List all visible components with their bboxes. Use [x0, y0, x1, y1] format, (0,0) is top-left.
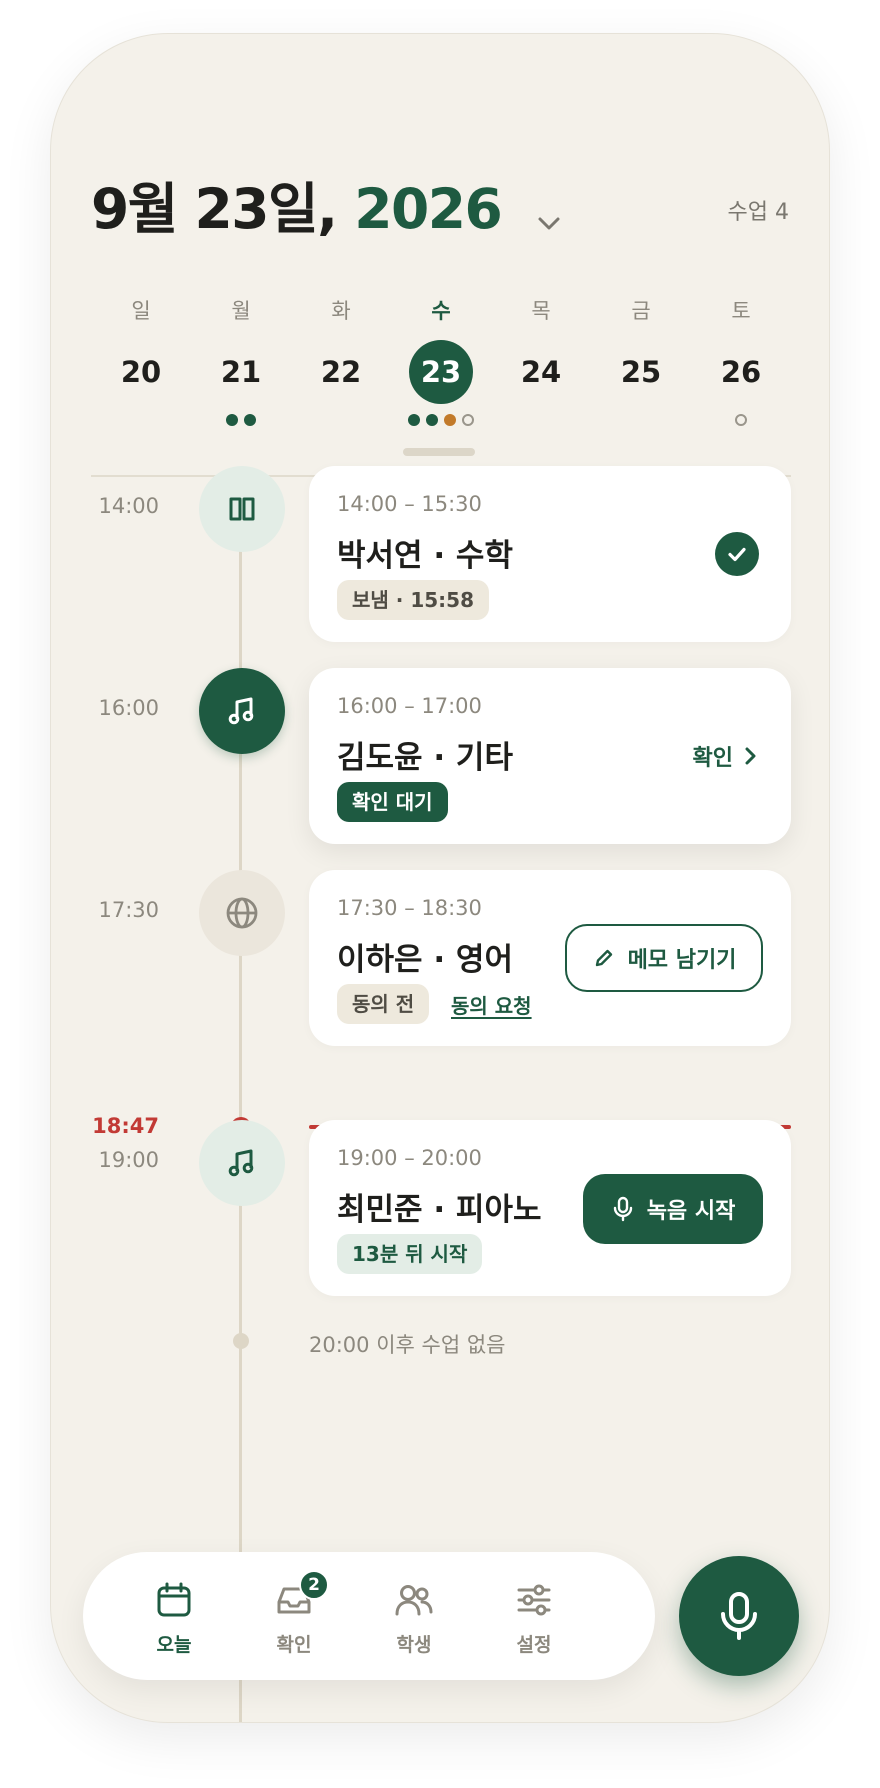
- header: 9월 23일, 2026 수업 4: [91, 164, 789, 244]
- lesson-card[interactable]: 14:00 – 15:30 박서연 · 수학 보냄 · 15:58: [309, 466, 791, 642]
- lesson-dot: [462, 414, 474, 426]
- notification-badge: 2: [299, 1570, 329, 1600]
- lesson-card[interactable]: 19:00 – 20:00 최민준 · 피아노 13분 뒤 시작 녹음 시작: [309, 1120, 791, 1296]
- start-recording-button[interactable]: 녹음 시작: [583, 1174, 763, 1244]
- chevron-down-icon[interactable]: [529, 193, 569, 233]
- day-number: 21: [220, 355, 262, 389]
- leave-memo-button[interactable]: 메모 남기기: [565, 924, 763, 992]
- day-of-week: 금: [631, 299, 651, 323]
- bottom-nav: 오늘 2 확인 학생 설정: [83, 1552, 655, 1680]
- lesson-dot: [226, 414, 238, 426]
- day-of-week: 목: [531, 299, 551, 323]
- current-time-label: 18:47: [92, 1114, 159, 1138]
- week-strip: 일 20 월 21 화 22 수 23 목 24 금 25 토 26: [91, 296, 791, 426]
- day-dots: [691, 414, 791, 430]
- lesson-time-range: 16:00 – 17:00: [337, 694, 482, 718]
- timeline-line: [239, 477, 242, 1722]
- day-number-selected: 23: [409, 340, 473, 404]
- day-number: 26: [720, 355, 762, 389]
- start-recording-label: 녹음 시작: [646, 1199, 736, 1224]
- music-note-icon: [199, 1120, 285, 1206]
- microphone-icon: [721, 1592, 757, 1640]
- chevron-right-icon: [745, 747, 756, 765]
- day-dots: [391, 414, 491, 430]
- lesson-title: 최민준 · 피아노: [337, 1192, 542, 1228]
- day-dots: [491, 414, 591, 430]
- confirm-link-label: 확인: [692, 746, 733, 771]
- day-fri[interactable]: 금 25: [591, 296, 691, 430]
- day-number: 20: [120, 355, 162, 389]
- day-number: 22: [320, 355, 362, 389]
- confirm-link[interactable]: 확인: [693, 740, 759, 772]
- status-badge: 동의 전: [337, 984, 430, 1024]
- lesson-dot: [244, 414, 256, 426]
- day-number: 25: [620, 355, 662, 389]
- status-badge: 13분 뒤 시작: [337, 1234, 483, 1274]
- lesson-card[interactable]: 16:00 – 17:00 김도윤 · 기타 확인 대기 확인: [309, 668, 791, 844]
- nav-students[interactable]: 학생: [359, 1578, 469, 1657]
- voice-record-fab[interactable]: [679, 1556, 799, 1676]
- day-dots: [291, 414, 391, 430]
- day-of-week: 화: [331, 299, 351, 323]
- day-wed[interactable]: 수 23: [391, 296, 491, 430]
- sliders-icon: [479, 1578, 589, 1622]
- time-slot-label: 16:00: [98, 696, 159, 720]
- day-of-week: 수: [431, 299, 451, 323]
- year-label: 2026: [354, 177, 503, 241]
- day-of-week: 일: [131, 299, 151, 323]
- lesson-count: 수업 4: [727, 200, 789, 225]
- time-slot-label: 14:00: [98, 494, 159, 518]
- day-mon[interactable]: 월 21: [191, 296, 291, 430]
- lesson-title: 박서연 · 수학: [337, 538, 513, 574]
- phone-frame: 9월 23일, 2026 수업 4 일 20 월 21 화 22 수 23 목 …: [50, 33, 830, 1723]
- lesson-time-range: 14:00 – 15:30: [337, 492, 482, 516]
- leave-memo-label: 메모 남기기: [627, 948, 737, 973]
- timeline-end-dot: [233, 1333, 249, 1349]
- lesson-time-range: 17:30 – 18:30: [337, 896, 482, 920]
- day-thu[interactable]: 목 24: [491, 296, 591, 430]
- lesson-dot: [444, 414, 456, 426]
- nav-label: 확인: [276, 1634, 312, 1656]
- lesson-card[interactable]: 17:30 – 18:30 이하은 · 영어 동의 전 동의 요청 메모 남기기: [309, 870, 791, 1046]
- day-dots: [191, 414, 291, 430]
- day-of-week: 토: [731, 299, 751, 323]
- lesson-dot: [408, 414, 420, 426]
- lesson-dot: [735, 414, 747, 426]
- nav-label: 학생: [396, 1634, 432, 1656]
- globe-icon: [199, 870, 285, 956]
- day-tue[interactable]: 화 22: [291, 296, 391, 430]
- time-slot-label: 19:00: [98, 1148, 159, 1172]
- day-dots: [591, 414, 691, 430]
- lesson-title: 이하은 · 영어: [337, 942, 513, 978]
- book-icon: [199, 466, 285, 552]
- date-label: 9월 23일,: [91, 177, 355, 241]
- users-icon: [359, 1578, 469, 1622]
- no-more-lessons-text: 20:00 이후 수업 없음: [309, 1333, 506, 1357]
- nav-today[interactable]: 오늘: [119, 1578, 229, 1657]
- nav-label: 설정: [516, 1634, 552, 1656]
- check-icon: [715, 532, 759, 576]
- day-sat[interactable]: 토 26: [691, 296, 791, 430]
- day-of-week: 월: [231, 299, 251, 323]
- drag-handle[interactable]: [403, 448, 475, 456]
- microphone-icon: [613, 1196, 632, 1222]
- day-sun[interactable]: 일 20: [91, 296, 191, 430]
- nav-label: 오늘: [156, 1634, 192, 1656]
- inbox-icon: 2: [239, 1570, 349, 1622]
- status-badge: 확인 대기: [337, 782, 448, 822]
- calendar-icon: [119, 1578, 229, 1622]
- pencil-icon: [595, 949, 612, 967]
- lesson-time-range: 19:00 – 20:00: [337, 1146, 482, 1170]
- lesson-title: 김도윤 · 기타: [337, 740, 513, 776]
- day-dots: [91, 414, 191, 430]
- consent-request-link[interactable]: 동의 요청: [451, 990, 532, 1019]
- lesson-dot: [426, 414, 438, 426]
- music-note-icon: [199, 668, 285, 754]
- day-number: 24: [520, 355, 562, 389]
- nav-settings[interactable]: 설정: [479, 1578, 589, 1657]
- status-badge: 보냄 · 15:58: [337, 580, 489, 620]
- time-slot-label: 17:30: [98, 898, 159, 922]
- nav-confirm[interactable]: 2 확인: [239, 1570, 349, 1657]
- date-picker-title[interactable]: 9월 23일, 2026: [91, 164, 569, 244]
